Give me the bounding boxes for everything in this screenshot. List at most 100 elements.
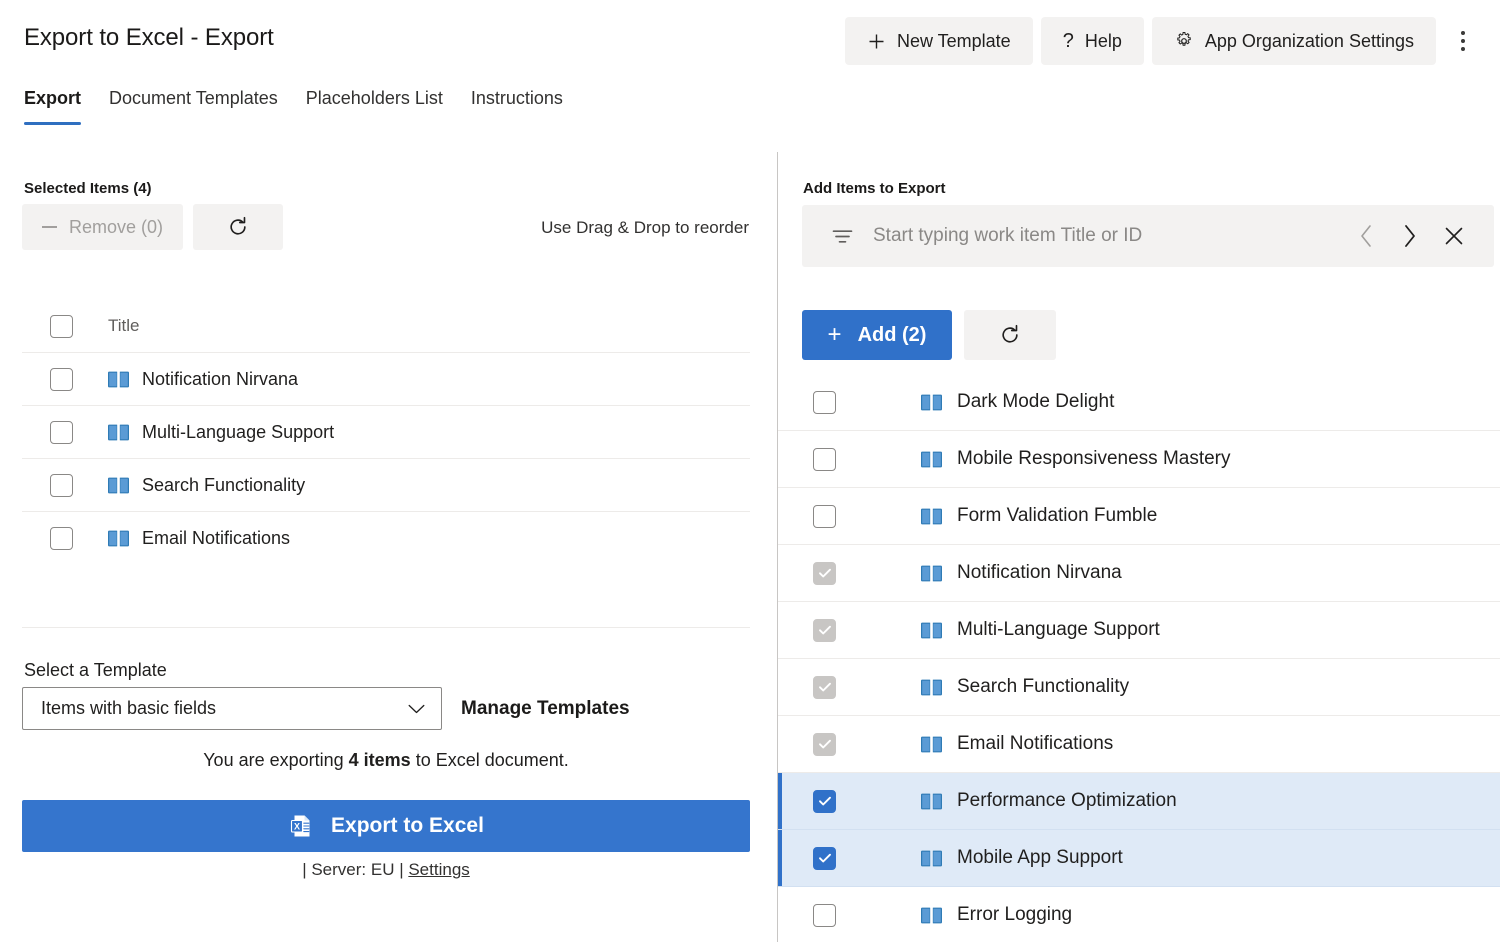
- refresh-available-button[interactable]: [964, 310, 1056, 360]
- row-checkbox[interactable]: [50, 421, 73, 444]
- row-checkbox[interactable]: [813, 448, 836, 471]
- server-label: | Server: EU |: [302, 860, 408, 879]
- list-item[interactable]: Performance Optimization: [778, 773, 1500, 830]
- add-items-panel: Add Items to Export: [778, 152, 1500, 942]
- help-label: Help: [1085, 31, 1122, 52]
- settings-link[interactable]: Settings: [408, 860, 469, 879]
- minus-icon: [42, 226, 57, 228]
- list-item[interactable]: Notification Nirvana: [778, 545, 1500, 602]
- table-row[interactable]: Multi-Language Support: [22, 406, 750, 459]
- dot: [1461, 39, 1465, 43]
- remove-button[interactable]: Remove (0): [22, 204, 183, 250]
- clear-search-button[interactable]: [1432, 214, 1476, 258]
- new-template-button[interactable]: New Template: [845, 17, 1033, 65]
- page-title: Export to Excel - Export: [24, 24, 274, 52]
- row-title-cell: Error Logging: [921, 904, 1072, 926]
- row-checkbox-cell: [22, 421, 108, 444]
- refresh-icon: [999, 324, 1021, 346]
- help-button[interactable]: ? Help: [1041, 17, 1144, 65]
- row-checkbox: [813, 562, 836, 585]
- work-item-feature-icon: [921, 907, 942, 924]
- selected-items-panel: Selected Items (4) Remove (0) Use Drag &…: [0, 152, 777, 942]
- work-item-search-bar: [802, 205, 1494, 267]
- row-checkbox: [813, 733, 836, 756]
- work-item-feature-icon: [921, 394, 942, 411]
- table-row[interactable]: Search Functionality: [22, 459, 750, 512]
- row-title-cell: Email Notifications: [108, 528, 290, 549]
- row-title-label: Notification Nirvana: [957, 562, 1122, 584]
- row-checkbox-cell: [22, 368, 108, 391]
- tab-placeholders-list[interactable]: Placeholders List: [292, 88, 457, 125]
- row-checkbox[interactable]: [813, 505, 836, 528]
- row-checkbox-cell: [802, 904, 921, 927]
- row-checkbox-cell: [802, 733, 921, 756]
- next-result-button[interactable]: [1388, 214, 1432, 258]
- row-checkbox-cell: [802, 847, 921, 870]
- add-button-label: Add (2): [858, 324, 927, 347]
- tab-instructions[interactable]: Instructions: [457, 88, 577, 125]
- row-checkbox[interactable]: [50, 527, 73, 550]
- row-checkbox-cell: [802, 619, 921, 642]
- list-item[interactable]: Form Validation Fumble: [778, 488, 1500, 545]
- row-title-label: Search Functionality: [142, 475, 305, 496]
- row-checkbox-cell: [802, 676, 921, 699]
- export-to-excel-button[interactable]: X Export to Excel: [22, 800, 750, 852]
- row-checkbox-cell: [22, 527, 108, 550]
- excel-file-icon: X: [288, 813, 314, 839]
- list-item[interactable]: Multi-Language Support: [778, 602, 1500, 659]
- table-row[interactable]: Email Notifications: [22, 512, 750, 565]
- selected-items-title: Selected Items (4): [24, 180, 152, 197]
- export-summary-suffix: to Excel document.: [411, 750, 569, 770]
- export-summary-prefix: You are exporting: [203, 750, 348, 770]
- row-checkbox-cell: [802, 391, 921, 414]
- chevron-right-icon: [1403, 224, 1417, 248]
- work-item-feature-icon: [921, 793, 942, 810]
- manage-templates-link[interactable]: Manage Templates: [461, 698, 630, 720]
- dot: [1461, 47, 1465, 51]
- row-title-label: Mobile Responsiveness Mastery: [957, 448, 1231, 470]
- work-item-feature-icon: [108, 371, 129, 388]
- tab-document-templates[interactable]: Document Templates: [95, 88, 292, 125]
- row-title-cell: Form Validation Fumble: [921, 505, 1157, 527]
- row-title-cell: Search Functionality: [108, 475, 305, 496]
- previous-result-button[interactable]: [1344, 214, 1388, 258]
- list-item[interactable]: Dark Mode Delight: [778, 374, 1500, 431]
- work-item-feature-icon: [921, 679, 942, 696]
- refresh-icon: [227, 216, 249, 238]
- table-row[interactable]: Notification Nirvana: [22, 353, 750, 406]
- list-item[interactable]: Email Notifications: [778, 716, 1500, 773]
- export-to-excel-app: Export to Excel - Export New Template ? …: [0, 0, 1500, 942]
- select-all-checkbox[interactable]: [50, 315, 73, 338]
- template-select[interactable]: Items with basic fields: [22, 687, 442, 730]
- row-checkbox-cell: [802, 562, 921, 585]
- row-checkbox[interactable]: [813, 904, 836, 927]
- row-checkbox[interactable]: [813, 790, 836, 813]
- row-checkbox[interactable]: [813, 847, 836, 870]
- app-organization-settings-label: App Organization Settings: [1205, 31, 1414, 52]
- refresh-selected-button[interactable]: [193, 204, 283, 250]
- row-title-label: Mobile App Support: [957, 847, 1123, 869]
- row-checkbox[interactable]: [813, 391, 836, 414]
- row-checkbox[interactable]: [50, 368, 73, 391]
- row-title-cell: Mobile Responsiveness Mastery: [921, 448, 1231, 470]
- tab-export[interactable]: Export: [24, 88, 95, 125]
- list-item[interactable]: Mobile Responsiveness Mastery: [778, 431, 1500, 488]
- app-organization-settings-button[interactable]: App Organization Settings: [1152, 17, 1436, 65]
- add-items-toolbar: + Add (2): [802, 310, 1056, 360]
- list-item[interactable]: Search Functionality: [778, 659, 1500, 716]
- export-summary-count: 4 items: [349, 750, 411, 770]
- row-checkbox[interactable]: [50, 474, 73, 497]
- work-item-feature-icon: [108, 424, 129, 441]
- list-item[interactable]: Mobile App Support: [778, 830, 1500, 887]
- search-input[interactable]: [871, 224, 1344, 248]
- more-vertical-icon[interactable]: [1448, 17, 1478, 65]
- add-button[interactable]: + Add (2): [802, 310, 952, 360]
- row-title-cell: Notification Nirvana: [921, 562, 1122, 584]
- list-bottom-divider: [22, 627, 750, 628]
- export-to-excel-label: Export to Excel: [331, 814, 484, 838]
- row-title-label: Search Functionality: [957, 676, 1129, 698]
- row-title-cell: Search Functionality: [921, 676, 1129, 698]
- add-items-title: Add Items to Export: [803, 180, 946, 197]
- list-item[interactable]: Error Logging: [778, 887, 1500, 942]
- work-item-feature-icon: [921, 451, 942, 468]
